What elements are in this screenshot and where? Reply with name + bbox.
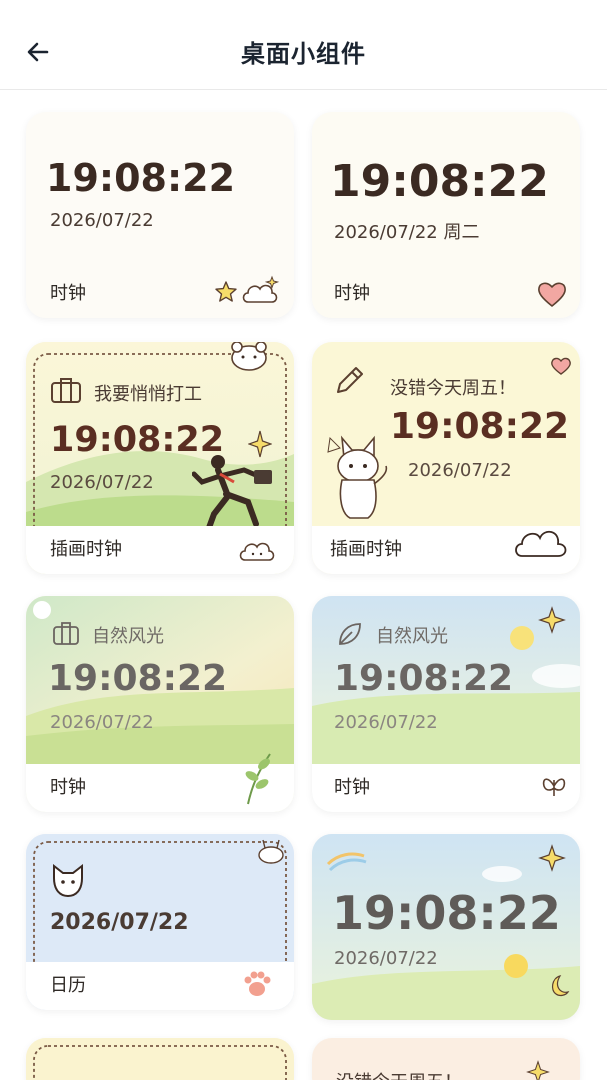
- widget-illustrated-clock-friday[interactable]: 没错今天周五！ 19:08:22 2026/07/22 插画时钟: [312, 342, 580, 574]
- widget-date: 2026/07/22 周二: [334, 222, 480, 243]
- widget-footer: 时钟: [26, 270, 294, 318]
- widget-partial-right[interactable]: 没错今天周五！: [312, 1038, 580, 1080]
- star-icon: [215, 281, 237, 302]
- widget-subtitle: 自然风光: [376, 626, 448, 647]
- bunny-sticker-icon: [258, 839, 284, 864]
- widget-illustrated-clock-work[interactable]: 我要悄悄打工 19:08:22 2026/07/22 插画时钟: [26, 342, 294, 574]
- widget-footer: 插画时钟: [26, 526, 294, 574]
- widget-label: 时钟: [334, 283, 370, 304]
- widget-date: 2026/07/22: [50, 910, 189, 935]
- cat-face-icon: [53, 864, 83, 898]
- widget-sky-clock[interactable]: 19:08:22 2026/07/22: [312, 834, 580, 1020]
- widget-date: 2026/07/22: [50, 472, 154, 493]
- widget-footer: 时钟: [312, 270, 580, 318]
- widget-time: 19:08:22: [334, 658, 514, 699]
- cloud-face-icon: [239, 542, 275, 561]
- page-title: 桌面小组件: [241, 40, 366, 68]
- widget-calendar[interactable]: 2026/07/22 日历: [26, 834, 294, 1010]
- widget-time: 19:08:22: [390, 406, 570, 447]
- star-icon: [526, 1060, 550, 1080]
- cloud-icon: [242, 275, 280, 303]
- widget-footer: 时钟: [26, 753, 294, 812]
- widget-time: 19:08:22: [46, 156, 236, 200]
- widget-date: 2026/07/22: [334, 712, 438, 733]
- widget-subtitle: 没错今天周五！: [390, 378, 516, 399]
- moon-icon: [551, 975, 570, 997]
- leaf-icon: [339, 623, 361, 645]
- widget-footer: 时钟: [312, 764, 580, 812]
- widget-nature-clock-right[interactable]: 自然风光 19:08:22 2026/07/22 时钟: [312, 596, 580, 812]
- widget-date: 2026/07/22: [408, 460, 512, 481]
- widget-clock-weekday[interactable]: 19:08:22 2026/07/22 周二 时钟: [312, 112, 580, 318]
- widget-subtitle: 我要悄悄打工: [94, 384, 202, 405]
- widget-label: 时钟: [50, 283, 86, 304]
- widget-time: 19:08:22: [332, 886, 561, 940]
- widget-date: 2026/07/22: [334, 948, 438, 969]
- widget-subtitle: 没错今天周五！: [336, 1068, 462, 1080]
- widget-label: 日历: [50, 975, 86, 996]
- cat-illustration: [327, 435, 388, 519]
- widget-date: 2026/07/22: [50, 712, 154, 733]
- widget-footer: 插画时钟: [312, 526, 580, 574]
- butterfly-icon: [542, 778, 566, 796]
- widget-partial-left[interactable]: [26, 1038, 294, 1080]
- briefcase-icon: [51, 378, 81, 403]
- bear-sticker-icon: [231, 342, 267, 371]
- widget-label: 插画时钟: [50, 539, 122, 560]
- app-header: 桌面小组件: [0, 0, 607, 90]
- widget-date: 2026/07/22: [50, 210, 154, 231]
- widget-subtitle: 自然风光: [92, 626, 164, 647]
- pencil-icon: [337, 367, 363, 393]
- paw-icon: [244, 971, 271, 996]
- widget-time: 19:08:22: [330, 156, 549, 207]
- heart-icon: [538, 282, 566, 307]
- star-icon: [538, 844, 566, 872]
- widget-clock-plain[interactable]: 19:08:22 2026/07/22 时钟: [26, 112, 294, 318]
- wavy-frame-illustration: [26, 1038, 294, 1080]
- heart-small-icon: [551, 357, 571, 375]
- leaf-branch-icon: [245, 753, 271, 805]
- widget-time: 19:08:22: [48, 658, 228, 699]
- briefcase-icon: [53, 622, 79, 645]
- widget-label: 时钟: [50, 777, 86, 798]
- widget-nature-clock-left[interactable]: 自然风光 19:08:22 2026/07/22 时钟: [26, 596, 294, 812]
- cloud-icon: [515, 530, 567, 557]
- star-icon: [538, 606, 566, 634]
- widget-footer: 日历: [26, 962, 294, 1010]
- widget-label: 时钟: [334, 777, 370, 798]
- widget-label: 插画时钟: [330, 539, 402, 560]
